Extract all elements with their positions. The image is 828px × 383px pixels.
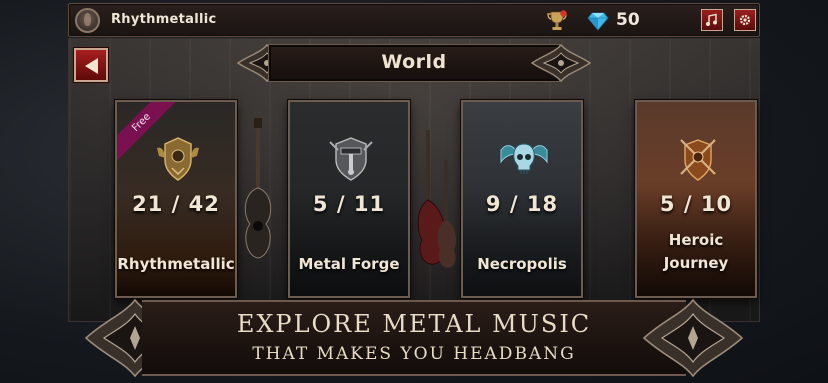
top-bar: Rhythmetallic 50 (68, 3, 760, 37)
gem-count: 50 (616, 10, 640, 30)
card-progress: 5 / 11 (312, 192, 386, 216)
world-card-rhythmetallic[interactable]: Free 21 / 42 Rhythmetallic (115, 100, 237, 298)
title-ornament-right (530, 43, 592, 83)
music-button[interactable] (701, 9, 723, 31)
banner-headline: EXPLORE METAL MUSIC (236, 310, 592, 338)
card-progress: 5 / 10 (659, 192, 733, 216)
world-card-metal-forge[interactable]: 5 / 11 Metal Forge (288, 100, 410, 298)
card-title: Necropolis (477, 255, 567, 273)
avatar[interactable] (75, 8, 100, 33)
skull-wings-icon (500, 143, 548, 174)
username: Rhythmetallic (111, 12, 217, 27)
trophy-icon[interactable] (545, 9, 569, 33)
back-arrow-icon (85, 58, 98, 74)
guitar-decoration (244, 118, 272, 259)
card-title-line1: Heroic (668, 231, 724, 249)
sword-shield-icon (680, 139, 716, 181)
dragon-crest-icon (157, 137, 199, 181)
gem-icon (587, 12, 609, 31)
gear-icon (739, 14, 751, 26)
card-title-line2: Journey (663, 254, 729, 272)
world-banner: World (268, 44, 560, 82)
card-progress: 9 / 18 (485, 192, 559, 216)
page-title: World (381, 51, 447, 73)
card-title: Metal Forge (298, 255, 400, 273)
card-progress: 21 / 42 (132, 192, 220, 216)
guitar-decoration (417, 130, 456, 268)
music-note-icon (706, 13, 717, 26)
forge-crest-icon (329, 137, 373, 181)
card-title: Rhythmetallic (117, 255, 235, 273)
banner-ornament-right (642, 298, 744, 378)
world-card-heroic-journey[interactable]: 5 / 10 Heroic Journey (635, 100, 757, 298)
banner-subheadline: THAT MAKES YOU HEADBANG (252, 344, 576, 364)
world-card-necropolis[interactable]: 9 / 18 Necropolis (461, 100, 583, 298)
back-button[interactable] (74, 48, 108, 82)
settings-button[interactable] (734, 9, 756, 31)
promo-banner: EXPLORE METAL MUSIC THAT MAKES YOU HEADB… (142, 300, 686, 376)
